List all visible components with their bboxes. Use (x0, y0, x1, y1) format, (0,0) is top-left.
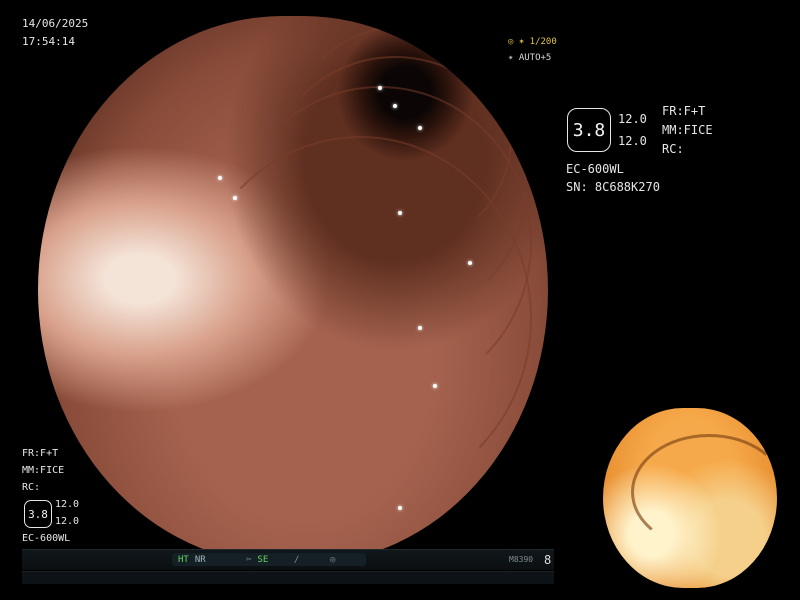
light-reflection (233, 196, 237, 200)
left-rc-label: RC: (22, 482, 41, 493)
light-reflection (218, 176, 222, 180)
left-val2: 12.0 (55, 516, 80, 527)
light-reflection (418, 126, 422, 130)
code-label: M8390 (509, 555, 534, 564)
shutter-indicator: ◎ ✶ 1/200 (508, 37, 557, 47)
light-reflection (398, 506, 402, 510)
thumbnail-fold (631, 434, 777, 550)
light-reflection (393, 104, 397, 108)
right-serial-label: SN: 8C688K270 (566, 180, 660, 194)
date-label: 14/06/2025 (22, 17, 89, 30)
right-fr-label: FR:F+T (662, 104, 706, 118)
light-reflection (398, 211, 402, 215)
mucosal-fold (188, 136, 532, 500)
status-sub-bar (22, 571, 554, 584)
status-bar: HT NR ✂ SE ∕ ◎ M8390 8 (22, 549, 554, 570)
right-val2: 12.0 (618, 134, 647, 148)
right-mm-label: MM:FICE (662, 123, 713, 137)
left-fr-label: FR:F+T (22, 448, 59, 459)
left-val1: 12.0 (55, 499, 80, 510)
light-reflection (378, 86, 382, 90)
endoscope-main-view (38, 16, 548, 564)
nr-label: NR (194, 554, 206, 565)
record-icon: ◎ (330, 554, 336, 565)
light-reflection (418, 326, 422, 330)
auto-exposure-indicator: ✴ AUTO+5 (508, 53, 552, 63)
ht-label: HT (178, 554, 189, 565)
ht-nr-group: HT NR (172, 553, 244, 566)
right-model-label: EC-600WL (566, 162, 624, 176)
page-number: 8 (544, 553, 552, 567)
left-mm-label: MM:FICE (22, 465, 65, 476)
light-reflection (433, 384, 437, 388)
endoscope-thumbnail-view (603, 408, 777, 588)
left-hex-badge: 3.8 (24, 500, 52, 528)
slash-icon: ∕ (294, 554, 300, 565)
magnification-hex-badge: 3.8 (567, 108, 611, 152)
record-group: ◎ (324, 553, 366, 566)
time-label: 17:54:14 (22, 35, 75, 48)
se-label: SE (257, 554, 269, 565)
right-rc-label: RC: (662, 142, 684, 156)
left-model-label: EC-600WL (22, 533, 71, 544)
scissors-icon: ✂ (246, 554, 252, 565)
light-reflection (468, 261, 472, 265)
right-val1: 12.0 (618, 112, 647, 126)
se-group: ✂ SE (240, 553, 292, 566)
